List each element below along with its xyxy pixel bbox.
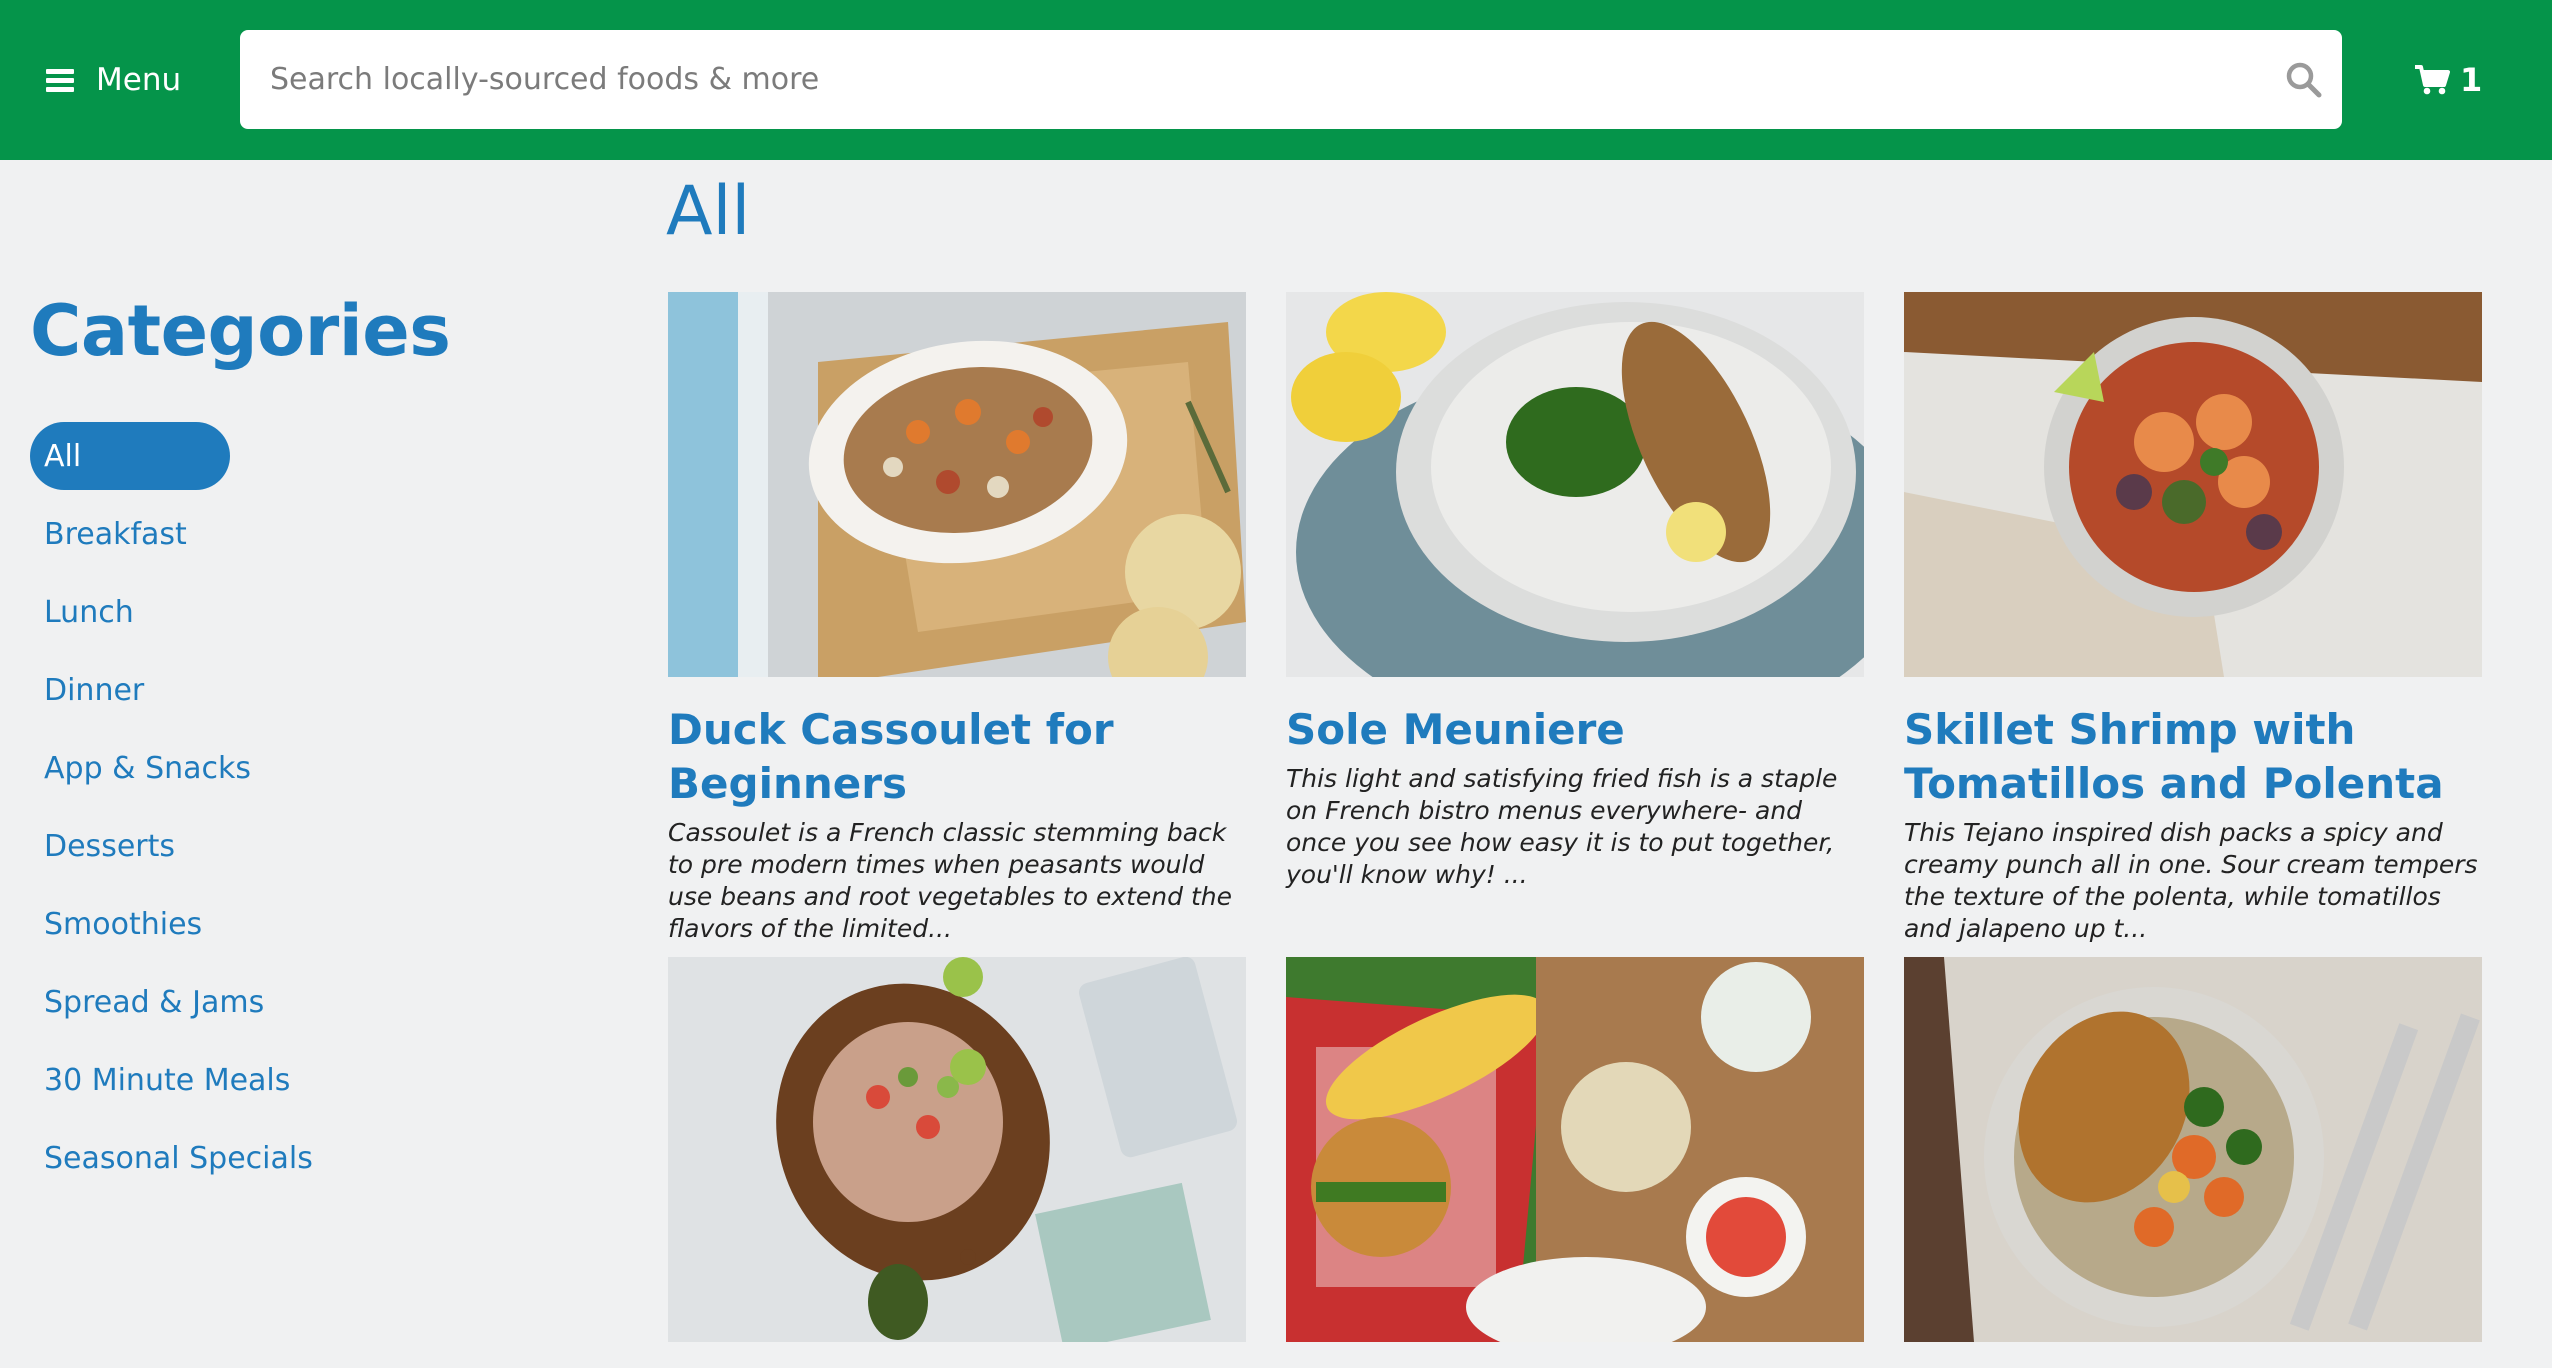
category-app-snacks[interactable]: App & Snacks <box>30 734 251 802</box>
recipe-card[interactable]: Skillet Shrimp with Tomatillos and Polen… <box>1904 292 2482 945</box>
burger-picnic-photo[interactable] <box>1286 957 1864 1342</box>
skillet-shrimp-photo[interactable] <box>1904 292 2482 677</box>
cart-count: 1 <box>2460 61 2483 99</box>
sole-meuniere-photo[interactable] <box>1286 292 1864 677</box>
recipe-title[interactable]: Sole Meuniere <box>1286 703 1864 757</box>
page-title: All <box>666 172 751 251</box>
category-list: All Breakfast Lunch Dinner App & Snacks … <box>30 422 530 1202</box>
category-dinner[interactable]: Dinner <box>30 656 230 724</box>
recipe-description: This Tejano inspired dish packs a spicy … <box>1904 818 2478 943</box>
category-smoothies[interactable]: Smoothies <box>30 890 230 958</box>
recipe-card[interactable] <box>668 957 1246 1368</box>
recipe-card[interactable]: Duck Cassoulet for Beginners Cassoulet i… <box>668 292 1246 945</box>
recipe-card[interactable]: Sole Meuniere This light and satisfying … <box>1286 292 1864 891</box>
recipe-description: This light and satisfying fried fish is … <box>1286 764 1838 889</box>
category-30-minute-meals[interactable]: 30 Minute Meals <box>30 1046 290 1114</box>
category-spread-jams[interactable]: Spread & Jams <box>30 968 264 1036</box>
search-input[interactable] <box>270 30 2230 129</box>
roast-chicken-photo[interactable] <box>1904 957 2482 1342</box>
hamburger-icon <box>46 68 74 92</box>
menu-label: Menu <box>96 62 182 98</box>
recipe-card[interactable] <box>1904 957 2482 1368</box>
top-bar: Menu 1 <box>0 0 2552 160</box>
search-bar <box>240 30 2342 129</box>
search-icon[interactable] <box>2284 60 2324 100</box>
category-seasonal-specials[interactable]: Seasonal Specials <box>30 1124 313 1192</box>
recipe-title[interactable]: Duck Cassoulet for Beginners <box>668 703 1246 811</box>
category-desserts[interactable]: Desserts <box>30 812 230 880</box>
menu-button[interactable]: Menu <box>46 56 181 104</box>
cart-button[interactable]: 1 <box>2414 60 2482 100</box>
category-lunch[interactable]: Lunch <box>30 578 230 646</box>
recipe-description: Cassoulet is a French classic stemming b… <box>668 818 1232 943</box>
ceviche-platter-photo[interactable] <box>668 957 1246 1342</box>
categories-title: Categories <box>30 290 451 372</box>
category-all[interactable]: All <box>30 422 230 490</box>
duck-cassoulet-photo[interactable] <box>668 292 1246 677</box>
recipe-title[interactable]: Skillet Shrimp with Tomatillos and Polen… <box>1904 703 2482 811</box>
recipe-card[interactable] <box>1286 957 1864 1368</box>
shopping-cart-icon <box>2415 65 2450 95</box>
category-breakfast[interactable]: Breakfast <box>30 500 230 568</box>
